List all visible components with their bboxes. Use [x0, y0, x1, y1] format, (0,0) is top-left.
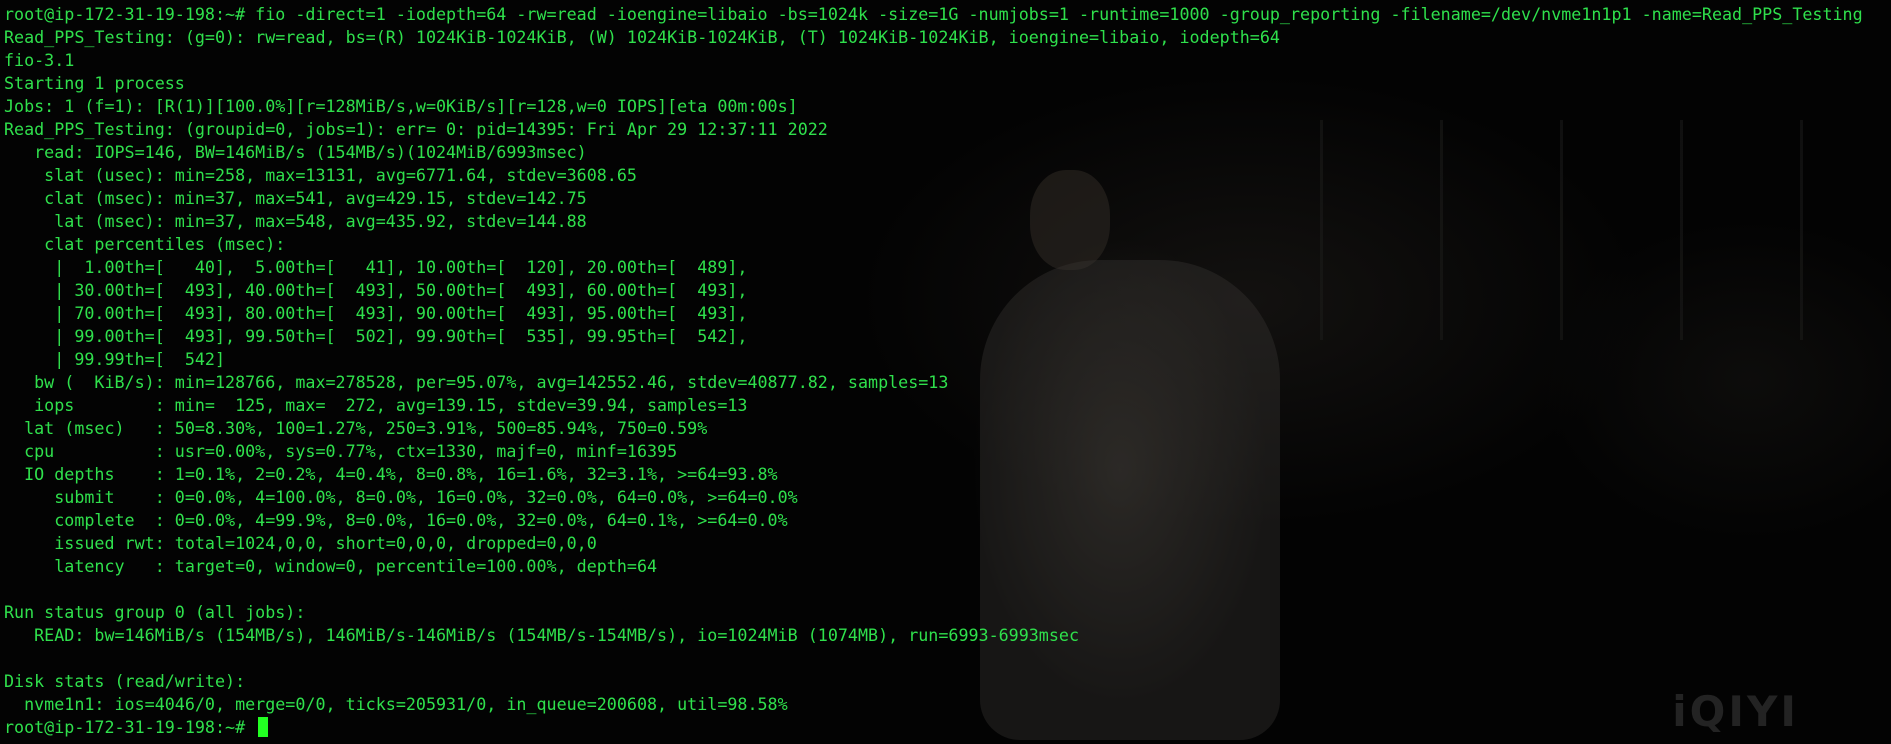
- terminal-line: clat percentiles (msec):: [4, 234, 286, 254]
- terminal-line: iops : min= 125, max= 272, avg=139.15, s…: [4, 395, 748, 415]
- watermark-logo: iQIYI: [1672, 687, 1799, 736]
- terminal-line: | 99.00th=[ 493], 99.50th=[ 502], 99.90t…: [4, 326, 748, 346]
- terminal-line: read: IOPS=146, BW=146MiB/s (154MB/s)(10…: [4, 142, 587, 162]
- shell-prompt: root@ip-172-31-19-198:~#: [4, 717, 256, 737]
- terminal-line: bw ( KiB/s): min=128766, max=278528, per…: [4, 372, 949, 392]
- terminal-line: lat (msec): min=37, max=548, avg=435.92,…: [4, 211, 587, 231]
- terminal-line: Read_PPS_Testing: (groupid=0, jobs=1): e…: [4, 119, 828, 139]
- terminal-line: Run status group 0 (all jobs):: [4, 602, 306, 622]
- terminal-line: Jobs: 1 (f=1): [R(1)][100.0%][r=128MiB/s…: [4, 96, 798, 116]
- terminal-line: nvme1n1: ios=4046/0, merge=0/0, ticks=20…: [4, 694, 788, 714]
- terminal-line: Read_PPS_Testing: (g=0): rw=read, bs=(R)…: [4, 27, 1280, 47]
- terminal-line: submit : 0=0.0%, 4=100.0%, 8=0.0%, 16=0.…: [4, 487, 798, 507]
- terminal-line: Starting 1 process: [4, 73, 185, 93]
- terminal-line: lat (msec) : 50=8.30%, 100=1.27%, 250=3.…: [4, 418, 708, 438]
- terminal-line: cpu : usr=0.00%, sys=0.77%, ctx=1330, ma…: [4, 441, 678, 461]
- prompt-line[interactable]: root@ip-172-31-19-198:~#: [4, 716, 1863, 739]
- terminal-line: issued rwt: total=1024,0,0, short=0,0,0,…: [4, 533, 597, 553]
- terminal-line: clat (msec): min=37, max=541, avg=429.15…: [4, 188, 587, 208]
- text-cursor[interactable]: [258, 717, 269, 737]
- terminal-line: | 70.00th=[ 493], 80.00th=[ 493], 90.00t…: [4, 303, 748, 323]
- terminal-line: | 99.99th=[ 542]: [4, 349, 226, 369]
- terminal-line: READ: bw=146MiB/s (154MB/s), 146MiB/s-14…: [4, 625, 1079, 645]
- terminal-output: root@ip-172-31-19-198:~# fio -direct=1 -…: [4, 3, 1863, 739]
- terminal-line: | 30.00th=[ 493], 40.00th=[ 493], 50.00t…: [4, 280, 748, 300]
- terminal-line: latency : target=0, window=0, percentile…: [4, 556, 658, 576]
- terminal-window[interactable]: root@ip-172-31-19-198:~# fio -direct=1 -…: [0, 0, 1891, 744]
- terminal-line: | 1.00th=[ 40], 5.00th=[ 41], 10.00th=[ …: [4, 257, 748, 277]
- terminal-line: fio-3.1: [4, 50, 75, 70]
- terminal-line: IO depths : 1=0.1%, 2=0.2%, 4=0.4%, 8=0.…: [4, 464, 778, 484]
- terminal-line: slat (usec): min=258, max=13131, avg=677…: [4, 165, 637, 185]
- terminal-line: Disk stats (read/write):: [4, 671, 246, 691]
- terminal-line: root@ip-172-31-19-198:~# fio -direct=1 -…: [4, 4, 1863, 24]
- terminal-line: complete : 0=0.0%, 4=99.9%, 8=0.0%, 16=0…: [4, 510, 788, 530]
